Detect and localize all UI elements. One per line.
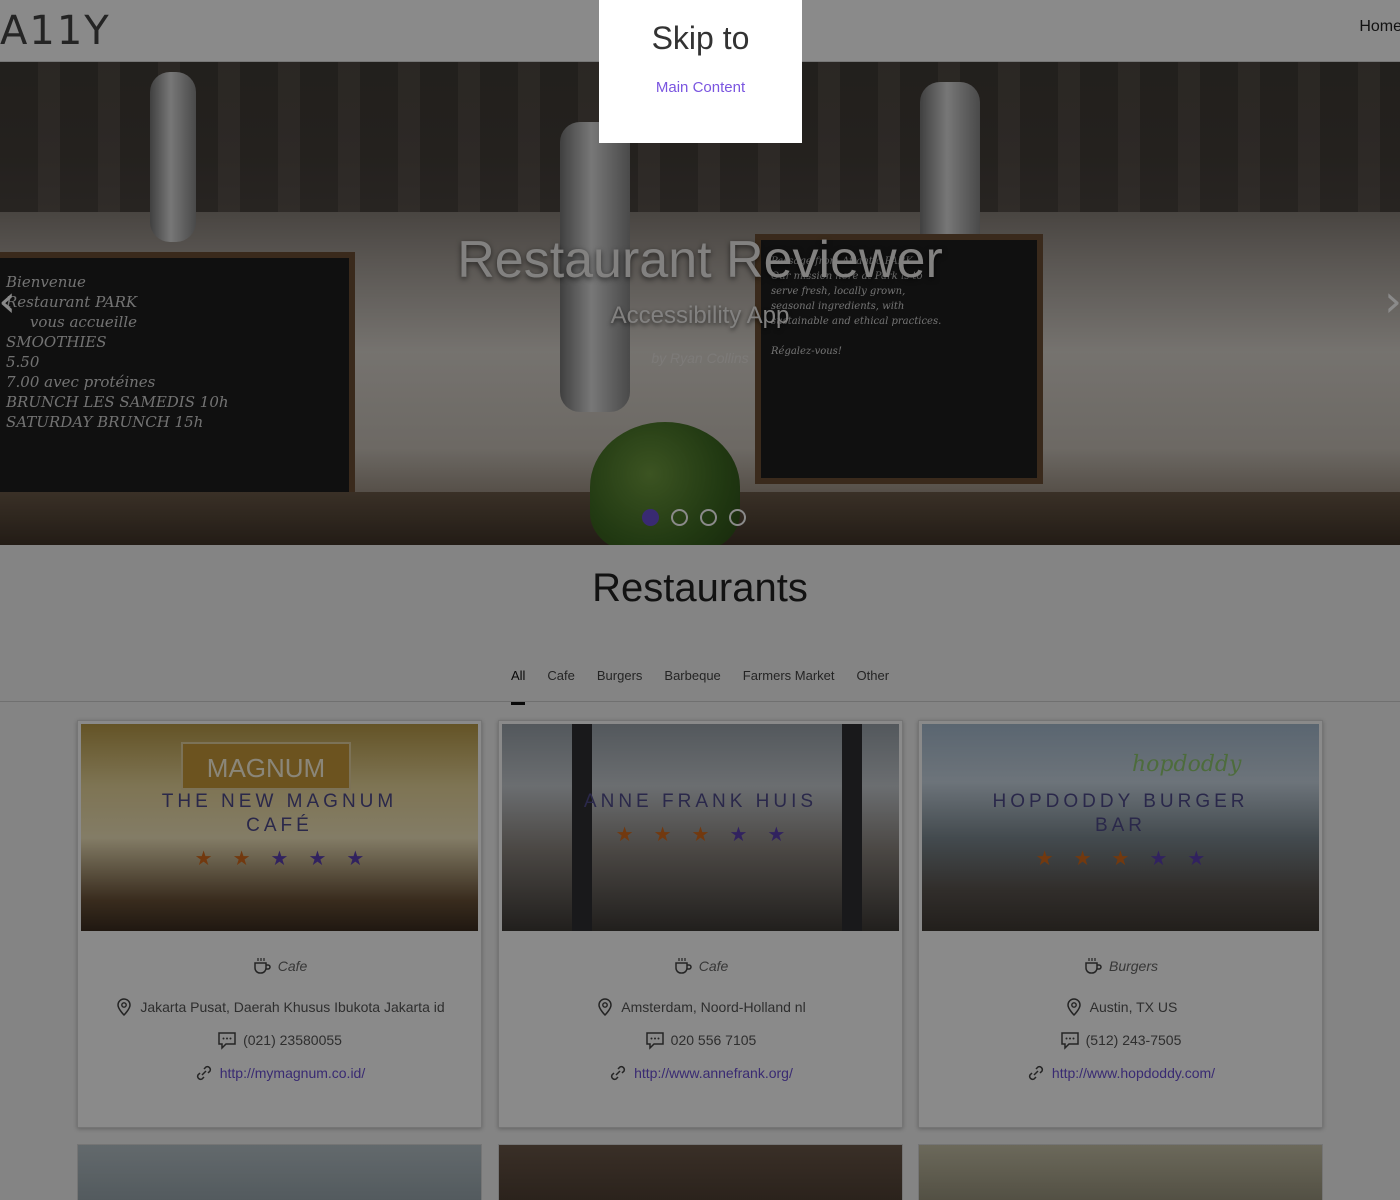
skip-to-title: Skip to	[651, 20, 750, 56]
skip-to-main-content-link[interactable]: Main Content	[599, 79, 802, 96]
modal-overlay[interactable]	[0, 0, 1400, 1200]
skip-to-dialog: Skip to Main Content	[599, 0, 802, 143]
